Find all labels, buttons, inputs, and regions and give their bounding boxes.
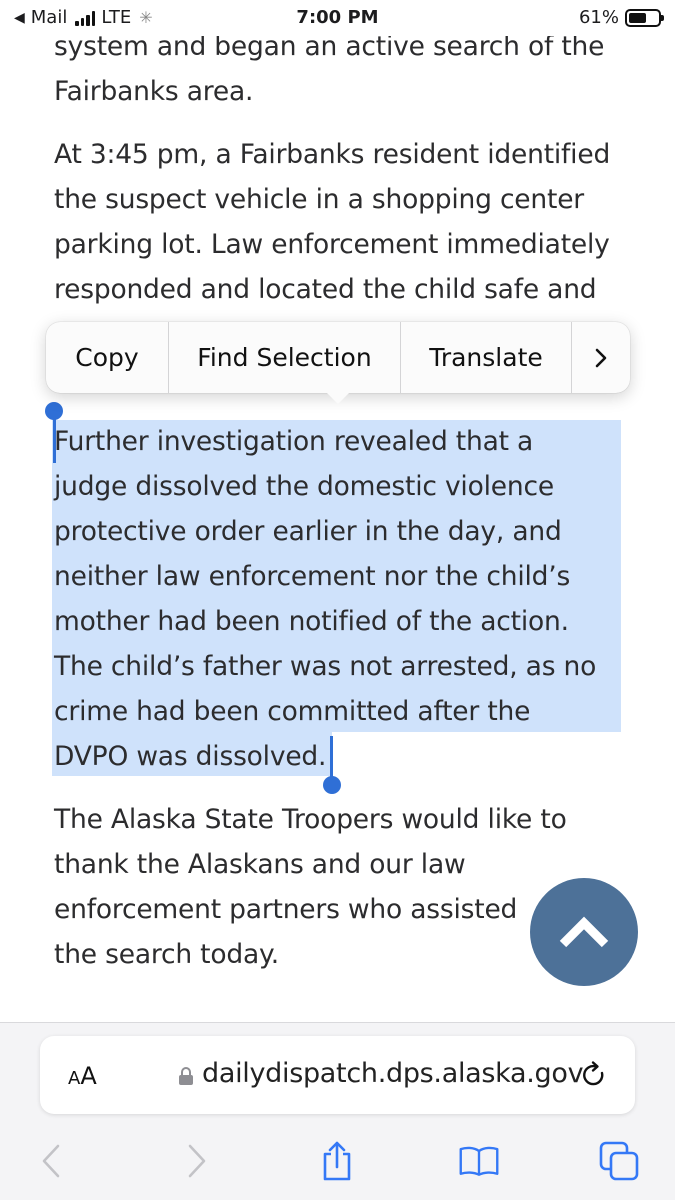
article-line: the suspect vehicle in a shopping center xyxy=(54,184,584,215)
forward-button[interactable] xyxy=(176,1140,218,1182)
safari-toolbar xyxy=(0,1136,675,1186)
text-selection-menu: Copy Find Selection Translate xyxy=(46,322,630,393)
article-line: Fairbanks area. xyxy=(54,76,254,107)
share-button[interactable] xyxy=(316,1140,358,1182)
article-line: mother had been notified of the action. xyxy=(54,606,569,637)
article-paragraph-3-selected[interactable]: Further investigation revealed that a ju… xyxy=(54,419,634,779)
selection-start-handle[interactable] xyxy=(45,402,63,420)
article-line: thank the Alaskans and our law xyxy=(54,849,466,880)
tabs-button[interactable] xyxy=(598,1140,640,1182)
url-text[interactable]: dailydispatch.dps.alaska.gov xyxy=(202,1058,584,1089)
status-right: 61% xyxy=(578,7,664,28)
article-line: The Alaska State Troopers would like to xyxy=(54,804,567,835)
chevron-right-icon xyxy=(188,1144,206,1178)
menu-pointer xyxy=(322,388,354,404)
status-bar: ◀ Mail LTE ✳ 7:00 PM 61% xyxy=(0,0,675,36)
article-line: responded and located the child safe and xyxy=(54,274,597,305)
article-line: DVPO was dissolved. xyxy=(54,741,327,772)
scroll-to-top-button[interactable] xyxy=(530,878,638,986)
copy-button[interactable]: Copy xyxy=(46,322,169,393)
article-line: parking lot. Law enforcement immediately xyxy=(54,229,610,260)
chevron-up-icon xyxy=(559,916,609,948)
article-line: protective order earlier in the day, and xyxy=(54,516,562,547)
chevron-left-icon xyxy=(42,1144,60,1178)
share-icon xyxy=(323,1141,351,1181)
article-line: judge dissolved the domestic violence xyxy=(54,471,554,502)
article-line: crime had been committed after the xyxy=(54,696,531,727)
tabs-icon xyxy=(599,1141,639,1181)
reload-icon[interactable] xyxy=(579,1060,609,1090)
article-line: neither law enforcement nor the child’s xyxy=(54,561,571,592)
article-line: Further investigation revealed that a xyxy=(54,426,534,457)
article-paragraph-2: At 3:45 pm, a Fairbanks resident identif… xyxy=(54,132,634,312)
article-line: The child’s father was not arrested, as … xyxy=(54,651,597,682)
article-line: At 3:45 pm, a Fairbanks resident identif… xyxy=(54,139,611,170)
find-selection-button[interactable]: Find Selection xyxy=(169,322,401,393)
article-paragraph-1: system and began an active search of the… xyxy=(54,24,634,114)
back-button[interactable] xyxy=(30,1140,72,1182)
book-icon xyxy=(459,1146,499,1176)
page-settings-button[interactable]: AA xyxy=(68,1062,97,1090)
lock-icon xyxy=(179,1067,193,1085)
more-options-chevron-icon[interactable] xyxy=(572,322,630,393)
battery-percent: 61% xyxy=(578,7,619,28)
bookmarks-button[interactable] xyxy=(458,1140,500,1182)
battery-icon xyxy=(625,8,664,27)
address-bar[interactable]: AA dailydispatch.dps.alaska.gov xyxy=(40,1036,635,1114)
translate-button[interactable]: Translate xyxy=(401,322,572,393)
status-time: 7:00 PM xyxy=(296,7,379,28)
